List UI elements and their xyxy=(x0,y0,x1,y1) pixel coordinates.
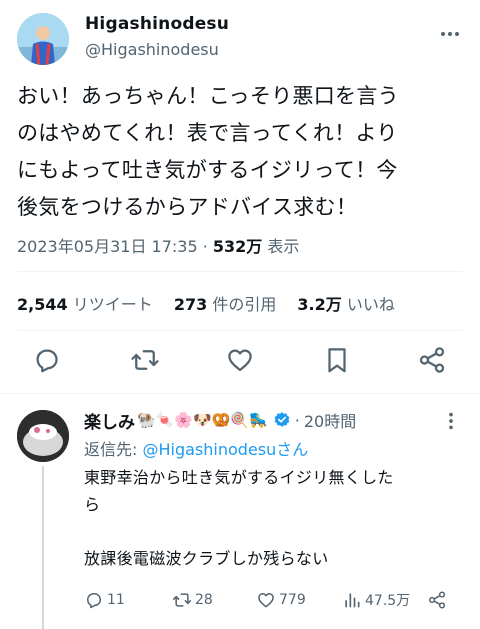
reply-header: 楽しみ 🐏🍬🌸🐶🥨🍭🛼 · 20時間 xyxy=(84,408,356,433)
views-chart-icon[interactable] xyxy=(342,590,362,610)
reply-icon[interactable] xyxy=(84,590,104,610)
likes-count[interactable]: 3.2万 xyxy=(297,295,341,314)
views-count: 532万 xyxy=(212,237,263,256)
tweet-meta: 2023年05月31日 17:35 · 532万 表示 xyxy=(17,233,299,257)
retweets-count[interactable]: 2,544 xyxy=(17,295,68,314)
reply-avatar[interactable] xyxy=(17,410,69,462)
views-count: 47.5万 xyxy=(365,593,411,609)
divider xyxy=(17,330,463,331)
views-label: 表示 xyxy=(262,237,300,256)
tweet-text-line: おい！あっちゃん！こっそり悪口を言う xyxy=(17,84,399,108)
reply-reply-action[interactable]: 11 xyxy=(84,588,125,612)
reply-more-icon[interactable] xyxy=(440,410,462,432)
reply-like-action[interactable]: 779 xyxy=(256,588,306,612)
reply-views-action[interactable]: 47.5万 xyxy=(342,588,410,612)
reply-share-action[interactable] xyxy=(427,588,450,612)
author-avatar[interactable] xyxy=(17,13,69,65)
quotes-count[interactable]: 273 xyxy=(174,295,207,314)
retweet-icon[interactable] xyxy=(172,590,192,610)
reply-avatar-photo-icon xyxy=(17,410,69,462)
avatar-photo-icon xyxy=(17,13,69,65)
reply-text: 東野幸治から吐き気がするイジリ無くした ら 放課後電磁波クラブしか残らない xyxy=(84,468,394,568)
tweet-stats: 2,544 リツイート 273 件の引用 3.2万 いいね xyxy=(17,291,411,315)
divider xyxy=(17,271,463,272)
reply-author-emojis: 🐏🍬🌸🐶🥨🍭🛼 xyxy=(137,411,268,429)
tweet-text: おい！あっちゃん！こっそり悪口を言う のはやめてくれ！表で言ってくれ！より にも… xyxy=(17,78,472,226)
reply-to-line: 返信先: @Higashinodesuさん xyxy=(84,436,308,460)
tweet-text-line: にもよって吐き気がするイジリって！今 xyxy=(17,158,398,182)
thread-line xyxy=(42,466,44,629)
author-name[interactable]: Higashinodesu xyxy=(85,14,229,34)
meta-separator: · xyxy=(197,237,213,256)
like-count: 779 xyxy=(279,592,306,608)
reply-author-name[interactable]: 楽しみ xyxy=(84,408,135,433)
reply-timestamp[interactable]: 20時間 xyxy=(304,408,356,432)
reply-retweet-action[interactable]: 28 xyxy=(172,588,213,612)
reply-time-separator: · xyxy=(294,410,300,430)
more-icon[interactable] xyxy=(438,22,462,46)
quotes-label[interactable]: 件の引用 xyxy=(212,295,276,314)
likes-label[interactable]: いいね xyxy=(347,295,395,314)
bookmark-icon[interactable] xyxy=(322,345,352,375)
reply-tweet[interactable]: 楽しみ 🐏🍬🌸🐶🥨🍭🛼 · 20時間 返信先: @Higashinodesuさん… xyxy=(0,394,480,629)
verified-badge-icon xyxy=(274,412,290,427)
share-icon[interactable] xyxy=(417,345,447,375)
retweet-count: 28 xyxy=(195,592,213,608)
like-icon[interactable] xyxy=(256,590,276,610)
reply-to-mention[interactable]: @Higashinodesuさん xyxy=(142,440,308,459)
retweet-icon[interactable] xyxy=(130,345,160,375)
reply-to-label: 返信先: xyxy=(84,440,143,459)
share-icon[interactable] xyxy=(427,590,447,610)
tweet-action-bar xyxy=(0,345,480,379)
reply-count: 11 xyxy=(107,592,125,608)
tweet-text-line: のはやめてくれ！表で言ってくれ！より xyxy=(17,121,398,145)
tweet-timestamp[interactable]: 2023年05月31日 17:35 xyxy=(17,237,198,256)
reply-action-bar: 11 28 779 47.5万 xyxy=(84,588,469,612)
like-icon[interactable] xyxy=(225,345,255,375)
tweet-text-line: 後気をつけるからアドバイス求む！ xyxy=(17,195,358,219)
retweets-label[interactable]: リツイート xyxy=(73,295,153,314)
reply-icon[interactable] xyxy=(32,345,62,375)
main-tweet[interactable]: Higashinodesu @Higashinodesu おい！あっちゃん！こっ… xyxy=(0,0,480,393)
author-handle[interactable]: @Higashinodesu xyxy=(85,40,219,59)
